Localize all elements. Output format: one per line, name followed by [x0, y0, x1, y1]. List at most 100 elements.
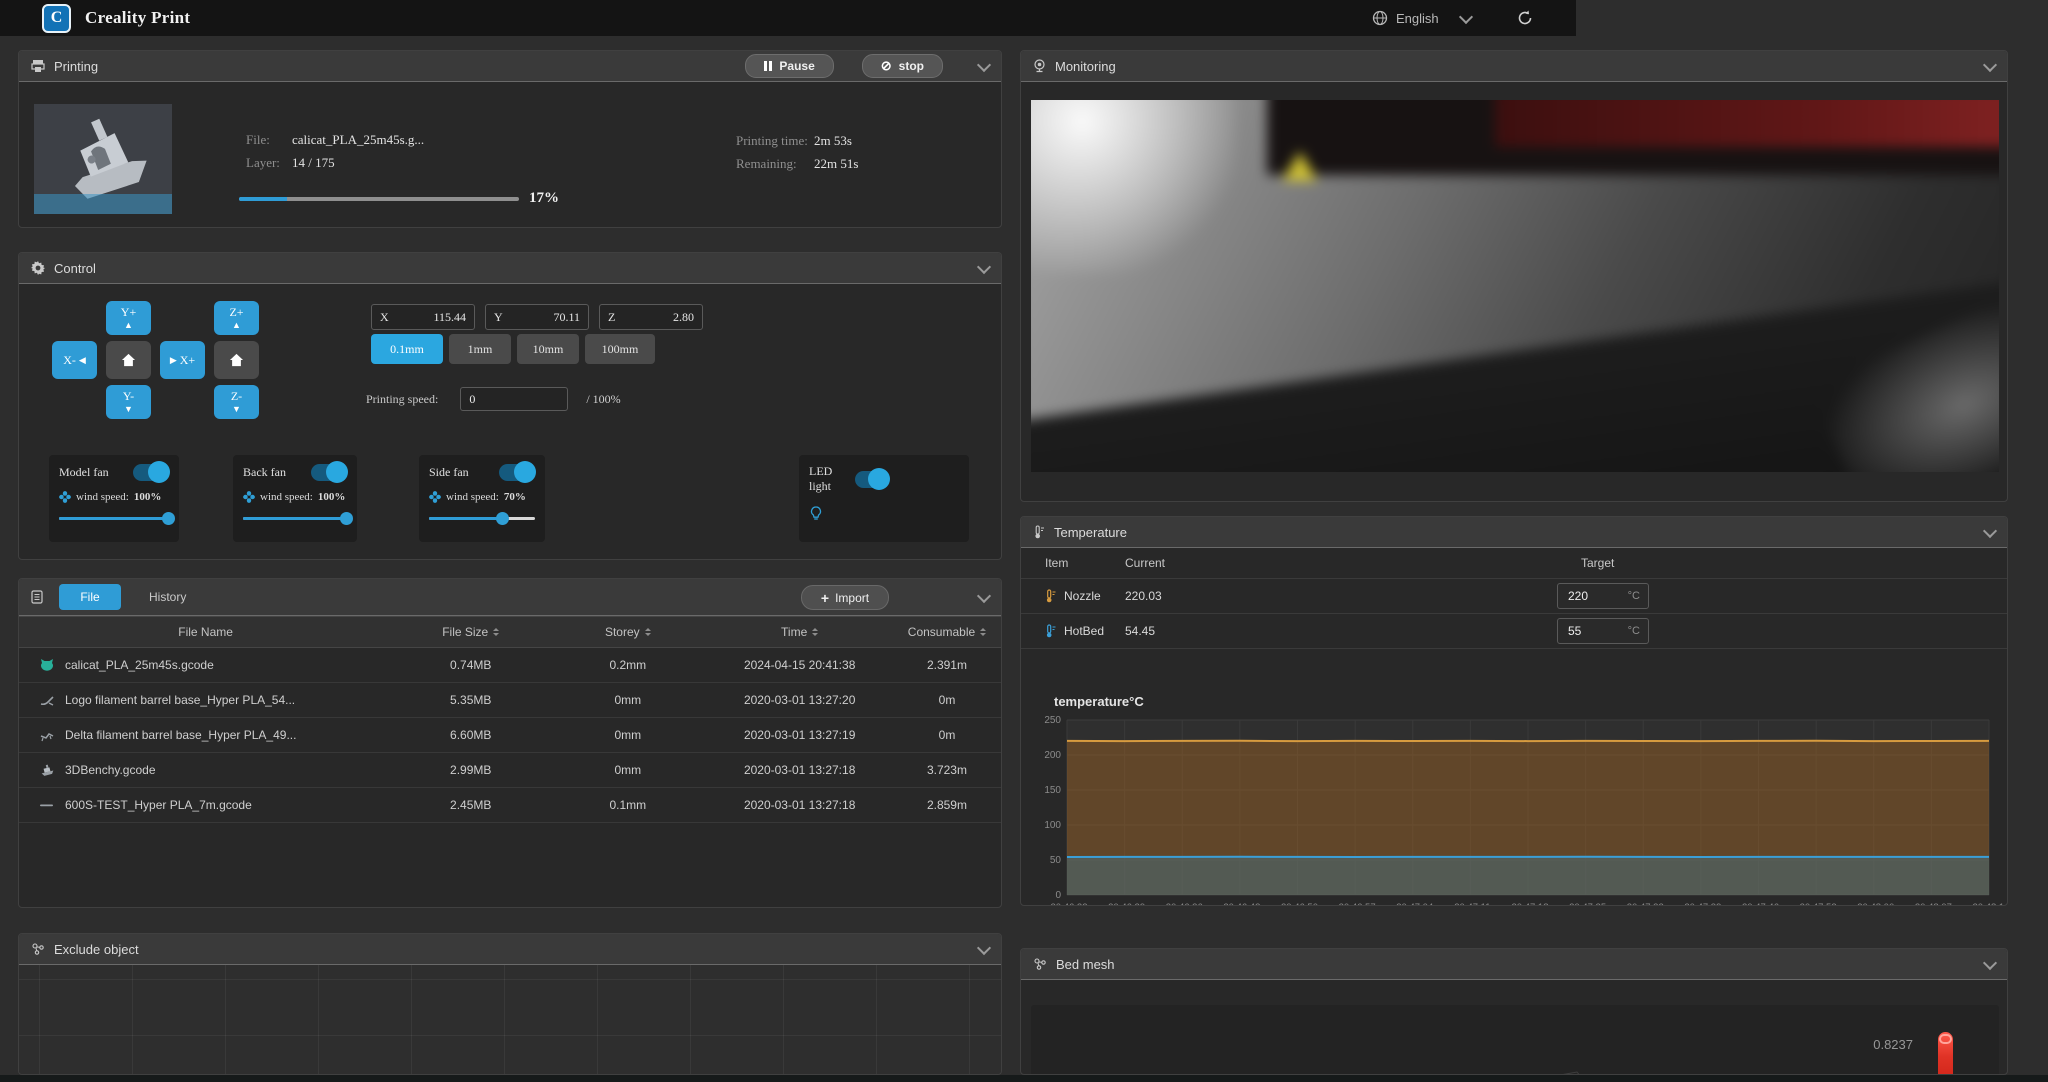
- printing-time-value: 2m 53s: [814, 133, 852, 149]
- stop-icon: ⊘: [881, 58, 892, 74]
- table-row[interactable]: calicat_PLA_25m45s.gcode 0.74MB 0.2mm 20…: [19, 648, 1001, 683]
- import-button[interactable]: + Import: [801, 585, 889, 610]
- led-light-label: LED light: [809, 464, 855, 494]
- file-table-header-row: File Name File Size Storey Time Consumab…: [19, 617, 1001, 648]
- pause-button-label: Pause: [779, 59, 814, 73]
- import-button-label: Import: [835, 591, 869, 605]
- step-10mm-button[interactable]: 10mm: [517, 334, 579, 364]
- language-selector[interactable]: English: [1372, 0, 1471, 36]
- wind-speed-label: wind speed:: [260, 491, 313, 503]
- tab-history[interactable]: History: [149, 590, 186, 604]
- monitoring-collapse-chevron-icon[interactable]: [1983, 57, 1997, 71]
- back-fan-toggle[interactable]: [311, 464, 347, 481]
- bed-mesh-wireframe: [1457, 1067, 1717, 1075]
- col-file-name: File Name: [19, 617, 392, 648]
- table-row[interactable]: Delta filament barrel base_Hyper PLA_49.…: [19, 718, 1001, 753]
- control-collapse-chevron-icon[interactable]: [977, 259, 991, 273]
- back-fan-label: Back fan: [243, 465, 286, 480]
- control-panel-body: Y+▲ Z+▲ X- ◀ ▶ X+ Y-▼ Z-▼ X 115.44 Y 70.…: [19, 284, 1001, 560]
- files-collapse-chevron-icon[interactable]: [977, 588, 991, 602]
- sort-icon[interactable]: [980, 625, 986, 639]
- table-row[interactable]: 3DBenchy.gcode 2.99MB 0mm 2020-03-01 13:…: [19, 753, 1001, 788]
- home-xy-button[interactable]: [106, 341, 151, 379]
- printing-collapse-chevron-icon[interactable]: [977, 57, 991, 71]
- nozzle-target-input[interactable]: 220 °C: [1557, 583, 1649, 609]
- jog-z-minus-button[interactable]: Z-▼: [214, 385, 259, 419]
- col-time[interactable]: Time: [706, 617, 893, 648]
- x-position-field[interactable]: X 115.44: [371, 304, 475, 330]
- model-fan-slider[interactable]: [59, 517, 169, 520]
- bedmesh-collapse-chevron-icon[interactable]: [1983, 955, 1997, 969]
- globe-icon: [1372, 10, 1388, 26]
- wind-speed-value: 70%: [504, 491, 526, 503]
- file-table: File Name File Size Storey Time Consumab…: [19, 616, 1001, 823]
- model-fan-toggle[interactable]: [133, 464, 169, 481]
- nozzle-target-value: 220: [1558, 589, 1628, 603]
- y-axis-label: Y: [494, 310, 503, 325]
- nozzle-label: Nozzle: [1064, 589, 1101, 603]
- chevron-down-icon: [1459, 9, 1473, 23]
- temperature-chart: 05010015020025020:46:2220:46:2920:46:362…: [1021, 706, 2008, 906]
- temperature-collapse-chevron-icon[interactable]: [1983, 523, 1997, 537]
- col-storey[interactable]: Storey: [549, 617, 706, 648]
- z-position-field[interactable]: Z 2.80: [599, 304, 703, 330]
- side-fan-slider[interactable]: [429, 517, 535, 520]
- bed-mesh-panel: Bed mesh 0.8237: [1020, 948, 2008, 1075]
- file-value: calicat_PLA_25m45s.g...: [292, 132, 424, 148]
- svg-text:20:47:25: 20:47:25: [1569, 902, 1606, 906]
- hotbed-target-input[interactable]: 55 °C: [1557, 618, 1649, 644]
- file-time: 2020-03-01 13:27:19: [706, 718, 893, 753]
- printing-speed-input[interactable]: [460, 387, 568, 411]
- hotbed-current: 54.45: [1125, 624, 1215, 638]
- refresh-button[interactable]: [1512, 5, 1538, 31]
- sort-icon[interactable]: [493, 625, 499, 639]
- tab-file[interactable]: File: [59, 584, 121, 610]
- stop-button[interactable]: ⊘ stop: [862, 54, 943, 78]
- jog-x-plus-button[interactable]: ▶ X+: [160, 341, 205, 379]
- jog-x-minus-button[interactable]: X- ◀: [52, 341, 97, 379]
- jog-y-plus-button[interactable]: Y+▲: [106, 301, 151, 335]
- sort-icon[interactable]: [812, 625, 818, 639]
- exclude-object-grid[interactable]: [19, 965, 1001, 1075]
- file-time: 2020-03-01 13:27:18: [706, 753, 893, 788]
- creality-logo-icon: C: [42, 4, 71, 33]
- sort-icon[interactable]: [645, 625, 651, 639]
- printing-panel-body: File: calicat_PLA_25m45s.g... Layer: 14 …: [19, 82, 1001, 228]
- y-position-field[interactable]: Y 70.11: [485, 304, 589, 330]
- z-axis-value: 2.80: [673, 310, 694, 325]
- pause-button[interactable]: Pause: [745, 54, 833, 78]
- jog-y-minus-button[interactable]: Y-▼: [106, 385, 151, 419]
- step-100mm-button[interactable]: 100mm: [585, 334, 655, 364]
- back-fan-slider[interactable]: [243, 517, 347, 520]
- svg-text:200: 200: [1044, 750, 1061, 761]
- jog-z-plus-button[interactable]: Z+▲: [214, 301, 259, 335]
- led-light-toggle[interactable]: [855, 471, 889, 488]
- bed-mesh-viewport[interactable]: 0.8237: [1031, 1005, 1999, 1075]
- svg-text:20:47:46: 20:47:46: [1742, 902, 1779, 906]
- slider-thumb[interactable]: [496, 512, 509, 525]
- file-size: 2.45MB: [392, 788, 549, 823]
- col-file-size[interactable]: File Size: [392, 617, 549, 648]
- step-0.1mm-button[interactable]: 0.1mm: [371, 334, 443, 364]
- svg-text:250: 250: [1044, 715, 1061, 726]
- language-label: English: [1396, 11, 1439, 26]
- printing-speed-suffix: / 100%: [586, 392, 620, 407]
- file-row: File: calicat_PLA_25m45s.g...: [246, 132, 424, 148]
- fan-icon: [59, 491, 71, 503]
- home-z-button[interactable]: [214, 341, 259, 379]
- side-fan-toggle[interactable]: [499, 464, 535, 481]
- file-list-icon: [31, 590, 43, 604]
- slider-thumb[interactable]: [162, 512, 175, 525]
- step-1mm-button[interactable]: 1mm: [449, 334, 511, 364]
- remaining-label: Remaining:: [736, 156, 814, 172]
- slider-thumb[interactable]: [340, 512, 353, 525]
- axis-position-readouts: X 115.44 Y 70.11 Z 2.80: [371, 304, 703, 330]
- temperature-table-header: Item Current Target: [1021, 548, 2007, 579]
- temperature-panel: Temperature Item Current Target Nozzle 2…: [1020, 516, 2008, 906]
- control-panel: Control Y+▲ Z+▲ X- ◀ ▶ X+ Y-▼ Z-▼ X 115.…: [18, 252, 1002, 560]
- col-consumable[interactable]: Consumable: [893, 617, 1001, 648]
- table-row[interactable]: 600S-TEST_Hyper PLA_7m.gcode 2.45MB 0.1m…: [19, 788, 1001, 823]
- wind-speed-value: 100%: [318, 491, 346, 503]
- table-row[interactable]: Logo filament barrel base_Hyper PLA_54..…: [19, 683, 1001, 718]
- exclude-collapse-chevron-icon[interactable]: [977, 940, 991, 954]
